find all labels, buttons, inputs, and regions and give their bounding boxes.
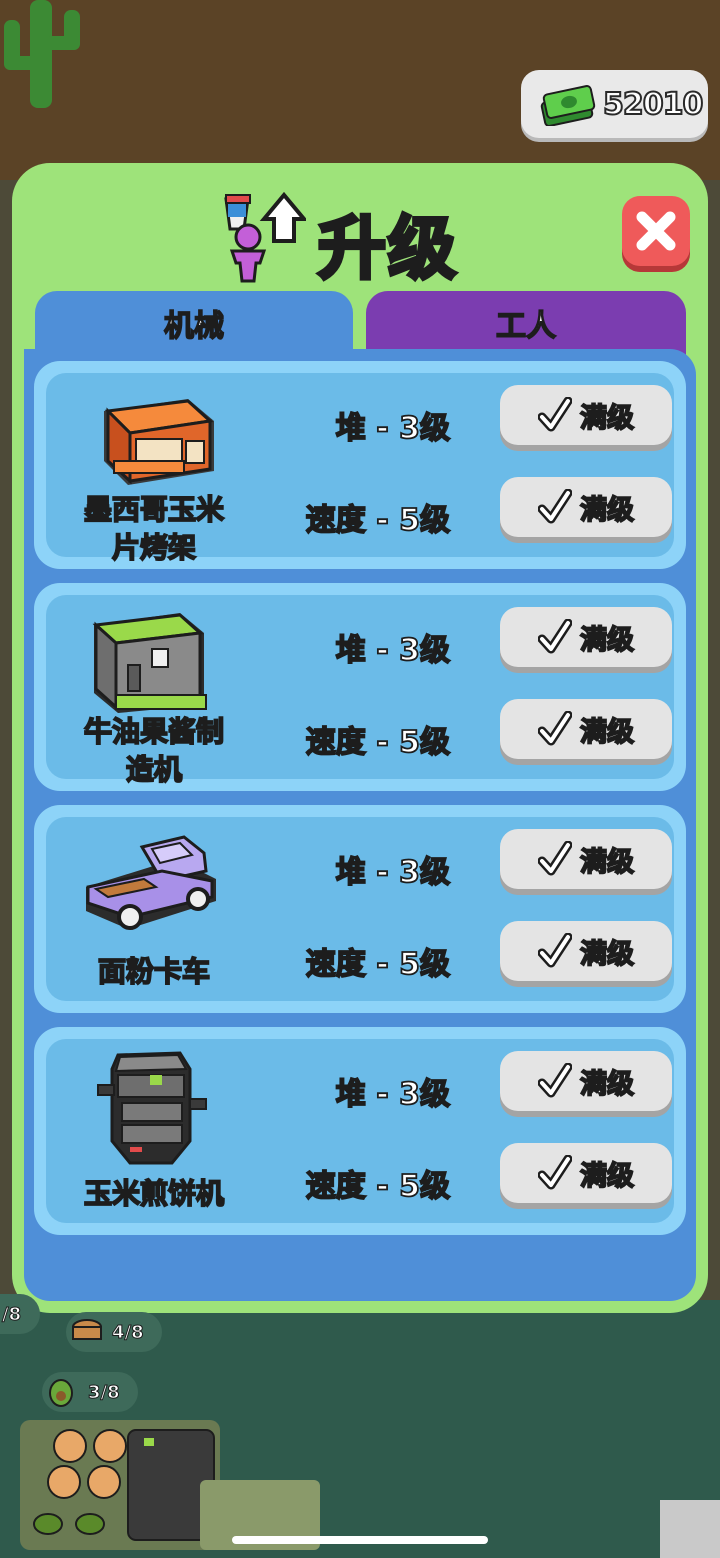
checkmark-icon <box>538 933 572 968</box>
max-level-button[interactable]: 满级 <box>500 829 672 889</box>
machine-card-inner: 玉米煎饼机 堆 - 3级 满级 速度 - 5级 满级 <box>46 1039 674 1223</box>
guacamole-machine-icon <box>92 613 207 713</box>
machine-list: 墨西哥玉米 片烤架 堆 - 3级 满级 速度 - 5级 满级 牛油果酱制 造机 … <box>24 349 696 1301</box>
max-level-label: 满级 <box>579 938 635 971</box>
checkmark-icon <box>538 619 572 654</box>
max-level-label: 满级 <box>579 402 635 435</box>
food-station-scenery <box>20 1420 720 1558</box>
stack-level-label: 堆 - 3级 <box>335 1076 451 1113</box>
money-counter: 52010 <box>521 70 708 138</box>
machine-card-inner: 面粉卡车 堆 - 3级 满级 速度 - 5级 满级 <box>46 817 674 1001</box>
home-indicator <box>232 1536 488 1544</box>
checkmark-icon <box>538 841 572 876</box>
stock-counter: /8 <box>0 1294 40 1334</box>
dialog-title: 升级 <box>316 208 459 291</box>
speed-level-label: 速度 - 5级 <box>305 946 451 983</box>
machine-card: 牛油果酱制 造机 堆 - 3级 满级 速度 - 5级 满级 <box>34 583 686 791</box>
machine-name-line: 面粉卡车 <box>97 954 211 989</box>
tab-label: 机械 <box>163 308 225 345</box>
checkmark-icon <box>538 397 572 432</box>
flour-truck-icon <box>86 835 216 930</box>
machine-card-inner: 牛油果酱制 造机 堆 - 3级 满级 速度 - 5级 满级 <box>46 595 674 787</box>
checkmark-icon <box>538 1063 572 1098</box>
max-level-button[interactable]: 满级 <box>500 699 672 759</box>
machine-name: 面粉卡车 <box>54 953 254 991</box>
cash-stack-icon <box>540 85 596 126</box>
checkmark-icon <box>538 1155 572 1190</box>
machine-card: 面粉卡车 堆 - 3级 满级 速度 - 5级 满级 <box>34 805 686 1013</box>
burrito-machine-icon <box>97 1051 207 1165</box>
stack-level-label: 堆 - 3级 <box>335 632 451 669</box>
max-level-button[interactable]: 满级 <box>500 477 672 537</box>
stock-counter-label: 4/8 <box>112 1321 145 1343</box>
speed-level-label: 速度 - 5级 <box>305 724 451 761</box>
max-level-label: 满级 <box>579 716 635 749</box>
machine-name-line: 牛油果酱制 <box>83 714 225 749</box>
max-level-button[interactable]: 满级 <box>500 1051 672 1111</box>
checkmark-icon <box>538 489 572 524</box>
stock-counter: 4/8 <box>66 1312 162 1352</box>
machine-name-line: 造机 <box>125 752 183 787</box>
dialog-header: 升级 <box>12 181 708 291</box>
worker-upgrade-icon <box>224 191 306 283</box>
machine-card-inner: 墨西哥玉米 片烤架 堆 - 3级 满级 速度 - 5级 满级 <box>46 373 674 565</box>
cactus-icon <box>4 0 80 108</box>
stack-level-label: 堆 - 3级 <box>335 854 451 891</box>
checkmark-icon <box>538 711 572 746</box>
machine-name-line: 玉米煎饼机 <box>83 1176 225 1211</box>
max-level-button[interactable]: 满级 <box>500 607 672 667</box>
tortilla-icon <box>72 1319 102 1340</box>
machine-card: 墨西哥玉米 片烤架 堆 - 3级 满级 速度 - 5级 满级 <box>34 361 686 569</box>
speed-level-label: 速度 - 5级 <box>305 1168 451 1205</box>
max-level-label: 满级 <box>579 494 635 527</box>
money-value: 52010 <box>602 86 704 123</box>
max-level-button[interactable]: 满级 <box>500 385 672 445</box>
max-level-label: 满级 <box>579 846 635 879</box>
nacho-grill-icon <box>104 399 214 485</box>
max-level-label: 满级 <box>579 1068 635 1101</box>
max-level-label: 满级 <box>579 1160 635 1193</box>
speed-level-label: 速度 - 5级 <box>305 502 451 539</box>
machine-name-line: 墨西哥玉米 <box>83 492 225 527</box>
tab-label: 工人 <box>495 308 557 345</box>
stock-counter-label: /8 <box>1 1303 22 1325</box>
max-level-button[interactable]: 满级 <box>500 1143 672 1203</box>
stack-level-label: 堆 - 3级 <box>335 410 451 447</box>
close-button[interactable] <box>622 196 690 266</box>
max-level-label: 满级 <box>579 624 635 657</box>
machine-name-line: 片烤架 <box>111 530 197 565</box>
machine-name: 牛油果酱制 造机 <box>54 713 254 789</box>
close-icon <box>636 211 676 251</box>
max-level-button[interactable]: 满级 <box>500 921 672 981</box>
upgrade-dialog: 升级 机械 工人 墨西哥玉米 片烤架 堆 - 3级 满级 速度 - 5级 满级 … <box>12 163 708 1313</box>
machine-name: 玉米煎饼机 <box>54 1175 254 1213</box>
machine-card: 玉米煎饼机 堆 - 3级 满级 速度 - 5级 满级 <box>34 1027 686 1235</box>
machine-name: 墨西哥玉米 片烤架 <box>54 491 254 567</box>
